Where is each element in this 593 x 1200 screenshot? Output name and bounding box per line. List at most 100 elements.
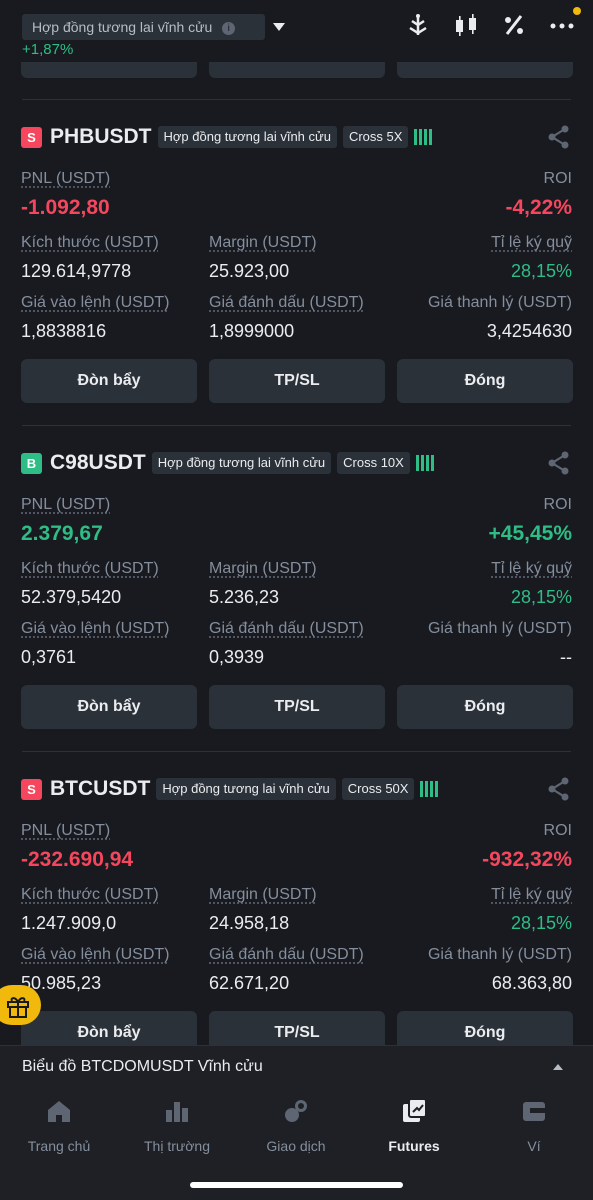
- margin-ratio-value: 28,15%: [510, 587, 572, 607]
- margin-ratio-value: 28,15%: [510, 913, 572, 933]
- symbol[interactable]: PHBUSDT: [50, 125, 152, 149]
- roi-value: -4,22%: [505, 196, 572, 219]
- mark-price-label: Giá đánh dấu (USDT): [209, 620, 364, 637]
- chart-bar-label: Biểu đồ BTCDOMUSDT Vĩnh cửu: [22, 1058, 263, 1075]
- mark-price-label: Giá đánh dấu (USDT): [209, 294, 364, 311]
- side-badge: S: [21, 126, 42, 148]
- candlestick-icon[interactable]: [453, 12, 479, 38]
- margin-mode-tag[interactable]: Cross 5X: [342, 126, 409, 148]
- position-header: B C98USDT Hợp đồng tương lai vĩnh cửu Cr…: [21, 450, 434, 476]
- nav-label: Ví: [527, 1138, 541, 1154]
- contract-tag: Hợp đồng tương lai vĩnh cửu: [151, 452, 332, 474]
- margin-label: Margin (USDT): [209, 560, 317, 577]
- caret-down-icon[interactable]: [273, 23, 286, 31]
- nav-item-trade[interactable]: Giao dịch: [237, 1098, 355, 1154]
- nav-item-markets[interactable]: Thị trường: [118, 1098, 236, 1154]
- roi-label: ROI: [543, 170, 572, 187]
- leverage-button[interactable]: Đòn bẩy: [21, 685, 197, 729]
- margin-mode-tag[interactable]: Cross 50X: [341, 778, 415, 800]
- symbol[interactable]: BTCUSDT: [50, 777, 150, 801]
- nav-item-futures[interactable]: Futures: [355, 1098, 473, 1154]
- gift-fab-button[interactable]: [0, 985, 41, 1025]
- notification-dot: [573, 7, 581, 15]
- liq-price-label: Giá thanh lý (USDT): [427, 620, 572, 637]
- trade-icon: [283, 1098, 309, 1124]
- contract-type-label: Hợp đồng tương lai vĩnh cửu: [32, 19, 213, 35]
- percent-icon[interactable]: [501, 12, 527, 38]
- previous-button[interactable]: [209, 62, 385, 78]
- price-change: +1,87%: [22, 41, 74, 58]
- entry-price-label: Giá vào lệnh (USDT): [21, 294, 170, 311]
- divider: [22, 751, 571, 752]
- position-header: S PHBUSDT Hợp đồng tương lai vĩnh cửu Cr…: [21, 124, 433, 150]
- liq-price-value: 3,4254630: [486, 321, 572, 341]
- size-value: 52.379,5420: [21, 587, 122, 607]
- futures-icon: [401, 1098, 427, 1124]
- divider: [22, 99, 571, 100]
- contract-type-selector[interactable]: Hợp đồng tương lai vĩnh cửu i: [22, 14, 286, 40]
- entry-price-value: 0,3761: [21, 647, 77, 667]
- margin-value: 24.958,18: [209, 913, 290, 933]
- nav-label: Futures: [388, 1138, 440, 1154]
- pnl-label: PNL (USDT): [21, 170, 111, 187]
- previous-card-buttons: [0, 62, 593, 78]
- pnl-value: 2.379,67: [21, 522, 103, 545]
- position-header: S BTCUSDT Hợp đồng tương lai vĩnh cửu Cr…: [21, 776, 439, 802]
- nav-item-wallet[interactable]: Ví: [475, 1098, 593, 1154]
- liq-price-value: --: [560, 647, 572, 667]
- close-position-button[interactable]: Đóng: [397, 359, 573, 403]
- position-card: B C98USDT Hợp đồng tương lai vĩnh cửu Cr…: [0, 450, 593, 775]
- contract-tag: Hợp đồng tương lai vĩnh cửu: [156, 778, 336, 800]
- liq-price-label: Giá thanh lý (USDT): [427, 946, 572, 963]
- nav-label: Thị trường: [143, 1138, 210, 1154]
- home-indicator: [190, 1182, 403, 1188]
- size-label: Kích thước (USDT): [21, 886, 159, 903]
- nav-item-home[interactable]: Trang chủ: [0, 1098, 118, 1154]
- chart-bar[interactable]: Biểu đồ BTCDOMUSDT Vĩnh cửu: [0, 1045, 593, 1088]
- share-icon[interactable]: [547, 776, 571, 802]
- more-icon[interactable]: [549, 7, 581, 38]
- close-position-button[interactable]: Đóng: [397, 685, 573, 729]
- mark-price-label: Giá đánh dấu (USDT): [209, 946, 364, 963]
- adl-indicator-icon: [414, 129, 433, 145]
- mark-price-value: 1,8999000: [209, 321, 295, 341]
- gift-icon: [7, 997, 29, 1018]
- pnl-label: PNL (USDT): [21, 496, 111, 513]
- margin-value: 25.923,00: [209, 261, 290, 281]
- side-badge: B: [21, 452, 42, 474]
- previous-button[interactable]: [21, 62, 197, 78]
- tree-icon[interactable]: [405, 12, 431, 38]
- margin-mode-tag[interactable]: Cross 10X: [337, 452, 410, 474]
- roi-label: ROI: [543, 822, 572, 839]
- adl-indicator-icon: [415, 455, 434, 471]
- side-badge: S: [21, 778, 42, 800]
- mark-price-value: 62.671,20: [209, 973, 290, 993]
- leverage-button[interactable]: Đòn bẩy: [21, 359, 197, 403]
- nav-label: Trang chủ: [27, 1138, 91, 1154]
- margin-ratio-label: Tỉ lệ ký quỹ: [491, 886, 572, 903]
- tpsl-button[interactable]: TP/SL: [209, 685, 385, 729]
- previous-button[interactable]: [397, 62, 573, 78]
- nav-label: Giao dịch: [266, 1138, 326, 1154]
- size-value: 129.614,9778: [21, 261, 132, 281]
- entry-price-value: 1,8838816: [21, 321, 107, 341]
- wallet-icon: [521, 1098, 547, 1124]
- caret-up-icon[interactable]: [553, 1064, 563, 1070]
- share-icon[interactable]: [547, 124, 571, 150]
- symbol[interactable]: C98USDT: [50, 451, 146, 475]
- share-icon[interactable]: [547, 450, 571, 476]
- margin-ratio-label: Tỉ lệ ký quỹ: [491, 560, 572, 577]
- roi-value: +45,45%: [488, 522, 573, 545]
- margin-ratio-value: 28,15%: [510, 261, 572, 281]
- roi-label: ROI: [543, 496, 572, 513]
- pnl-value: -1.092,80: [21, 196, 110, 219]
- divider: [22, 425, 571, 426]
- liq-price-label: Giá thanh lý (USDT): [427, 294, 572, 311]
- contract-tag: Hợp đồng tương lai vĩnh cửu: [157, 126, 337, 148]
- tpsl-button[interactable]: TP/SL: [209, 359, 385, 403]
- info-icon[interactable]: i: [222, 22, 236, 35]
- roi-value: -932,32%: [482, 848, 572, 871]
- margin-label: Margin (USDT): [209, 234, 317, 251]
- pnl-value: -232.690,94: [21, 848, 134, 871]
- margin-value: 5.236,23: [209, 587, 280, 607]
